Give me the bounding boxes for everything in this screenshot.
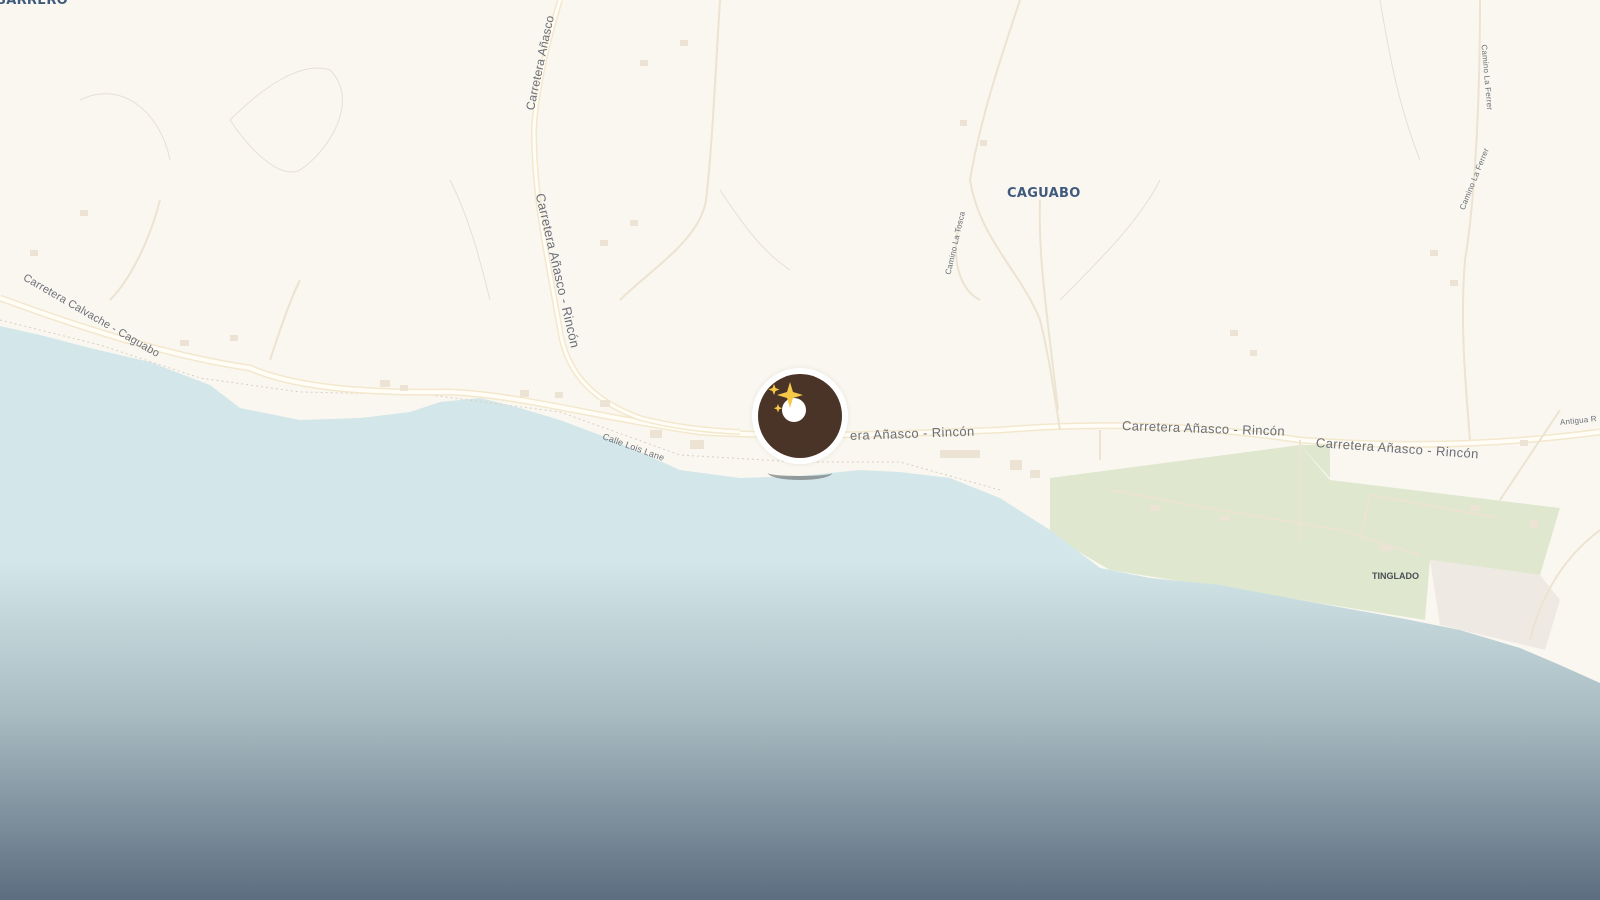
place-label-barrero: BARRERO: [0, 0, 69, 8]
location-marker[interactable]: [752, 368, 848, 464]
place-label-tinglado: TINGLADO: [1372, 571, 1419, 581]
sparkles-icon: [768, 382, 803, 413]
marker-shadow: [768, 466, 832, 480]
map-canvas[interactable]: BARRERO CAGUABO TINGLADO era Añasco - Ri…: [0, 0, 1600, 900]
place-label-caguabo: CAGUABO: [1007, 186, 1081, 201]
